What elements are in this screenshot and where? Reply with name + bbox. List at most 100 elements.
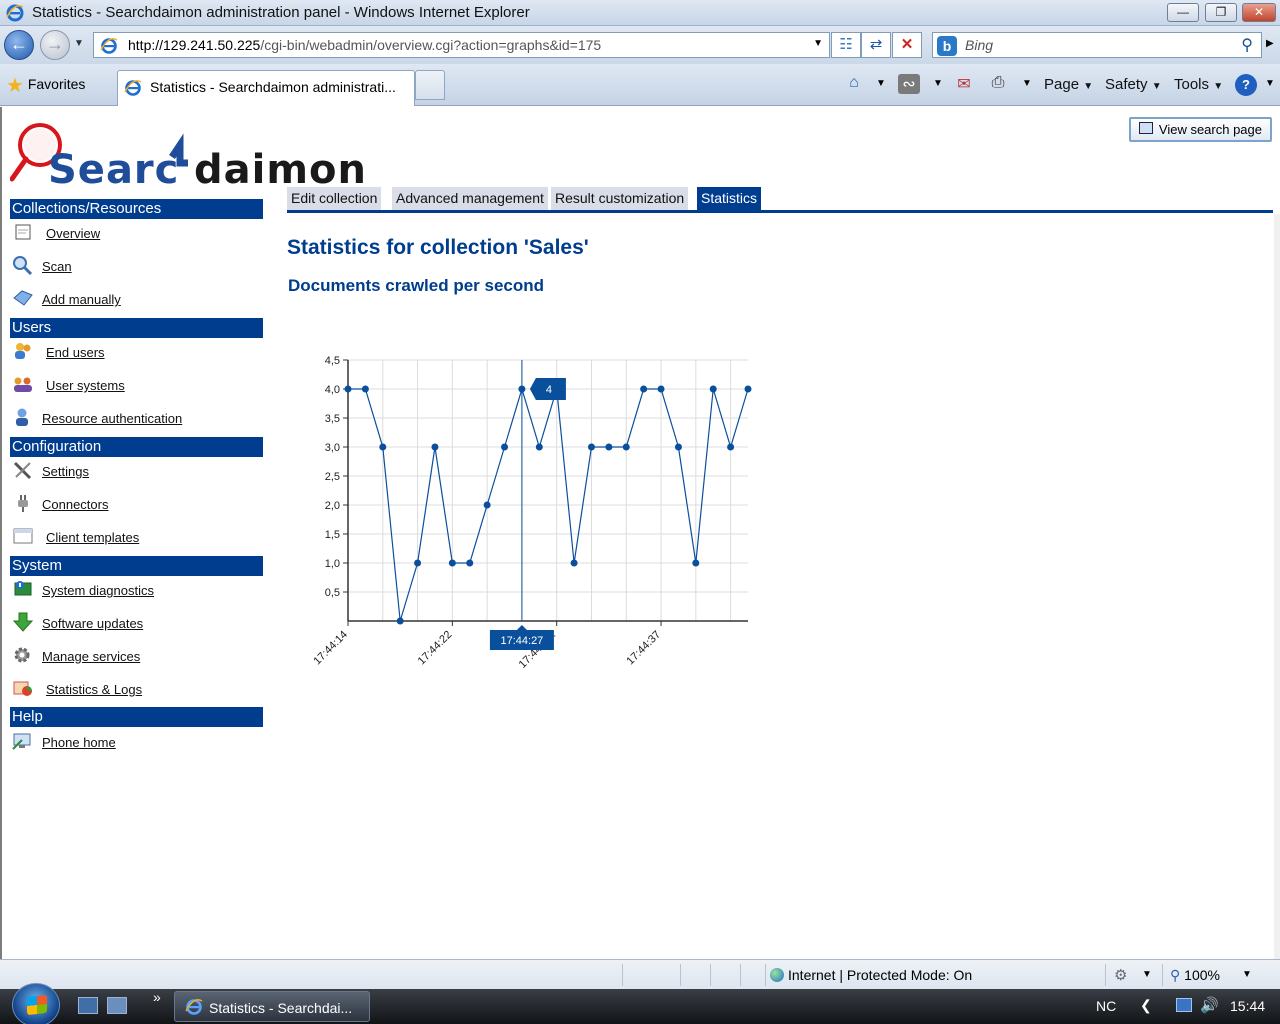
network-icon[interactable] [1176,998,1192,1012]
taskbar-item-ie[interactable]: Statistics - Searchdai... [174,991,370,1022]
plug-icon [18,495,28,512]
tab-advanced-management[interactable]: Advanced management [392,187,548,210]
window-titlebar: Statistics - Searchdaimon administration… [0,0,1280,26]
volume-icon[interactable]: 🔊 [1200,996,1219,1014]
chart-y-tick-label: 1,0 [325,558,340,570]
compatibility-view-icon[interactable]: ☷ [831,32,861,58]
clock[interactable]: 15:44 [1230,998,1265,1014]
status-divider [765,964,766,986]
page-menu[interactable]: Page ▼ [1044,76,1093,93]
chart-data-point [605,443,613,451]
page-menu-label: Page [1044,76,1080,93]
read-mail-icon[interactable]: ✉ [953,74,975,94]
page-scroll-strip [1274,214,1280,1024]
chevron-down-icon[interactable]: ▼ [1142,969,1152,980]
address-toolbar: ← → ▼ http://129.241.50.225/cgi-bin/weba… [0,26,1280,64]
search-icon[interactable]: ⚲ [1241,35,1253,55]
sidebar-heading-collections: Collections/Resources [10,199,263,219]
print-icon[interactable]: ⎙ [987,74,1009,94]
minimize-button[interactable]: — [1167,3,1199,22]
sidebar-link-software-updates[interactable]: Software updates [42,616,143,631]
sidebar-heading-help: Help [10,707,263,727]
recent-pages-dropdown-icon[interactable]: ▼ [74,38,84,49]
chart-data-point [570,559,578,567]
chart-x-tooltip-pointer [516,625,527,630]
documents-crawled-chart[interactable]: 0,5 1,0 1,5 2,0 2,5 3,0 3,5 4,0 4,5 17:44:14 17:44… [302,347,762,677]
address-url[interactable]: http://129.241.50.225/cgi-bin/webadmin/o… [128,37,601,53]
feeds-icon[interactable]: ∾ [898,74,920,94]
status-divider [622,964,623,986]
chart-data-point [640,385,648,393]
search-box[interactable]: b Bing ⚲ [932,32,1262,58]
quicklaunch-chevron-icon[interactable]: » [153,989,161,1005]
chart-data-point [692,559,700,567]
search-options-icon[interactable]: ▶ [1266,38,1274,49]
print-dropdown-icon[interactable]: ▼ [1016,78,1038,98]
sidebar-link-overview[interactable]: Overview [46,226,100,241]
sidebar-link-connectors[interactable]: Connectors [42,497,108,512]
close-button[interactable]: ✕ [1242,3,1276,22]
show-desktop-icon[interactable] [78,997,98,1014]
zoom-dropdown-icon[interactable]: ▼ [1242,969,1252,980]
help-dropdown-icon[interactable]: ▼ [1259,78,1280,98]
language-indicator[interactable]: NC [1096,998,1116,1014]
browser-tab-statistics[interactable]: Statistics - Searchdaimon administrati..… [117,70,415,106]
stop-icon[interactable]: ✕ [892,32,922,58]
sidebar-link-end-users[interactable]: End users [46,345,105,360]
home-dropdown-icon[interactable]: ▼ [870,78,892,98]
favorites-button[interactable]: ★ Favorites [6,73,85,97]
tab-edit-collection[interactable]: Edit collection [287,187,382,210]
user-group-icon [14,377,32,392]
chart-x-tick-label: 17:44:37 [624,629,663,668]
url-path: /cgi-bin/webadmin/overview.cgi?action=gr… [260,37,602,53]
tab-label: Statistics - Searchdaimon administrati..… [150,79,396,95]
start-button[interactable] [12,983,60,1024]
safety-menu[interactable]: Safety ▼ [1105,76,1162,93]
sidebar-link-phone-home[interactable]: Phone home [42,735,116,750]
status-divider [1105,964,1106,986]
chart-data-point [396,617,404,625]
chart-data-point [744,385,752,393]
forward-button[interactable]: → [40,30,70,60]
address-bar[interactable]: http://129.241.50.225/cgi-bin/webadmin/o… [93,32,830,58]
view-search-label: View search page [1158,122,1262,137]
zoom-level[interactable]: ⚲ 100% [1170,967,1220,984]
switch-windows-icon[interactable] [107,997,127,1014]
sidebar-link-manage-services[interactable]: Manage services [42,649,140,664]
restore-button[interactable]: ❐ [1205,3,1237,22]
tab-underline [287,210,1273,213]
sidebar-heading-configuration: Configuration [10,437,263,457]
tab-statistics[interactable]: Statistics [697,187,762,210]
sidebar-link-client-templates[interactable]: Client templates [46,530,139,545]
new-tab-button[interactable] [415,70,445,100]
help-icon[interactable]: ? [1235,74,1257,96]
tab-result-customization[interactable]: Result customization [551,187,689,210]
computer-network-icon [12,733,31,750]
sidebar-link-user-systems[interactable]: User systems [46,378,125,393]
chart-data-point [344,385,352,393]
popup-blocker-icon[interactable]: ⚙ [1114,966,1127,984]
tools-menu[interactable]: Tools ▼ [1174,76,1223,93]
refresh-icon[interactable]: ⇄ [861,32,891,58]
sidebar-link-add-manually[interactable]: Add manually [42,292,121,307]
sidebar-link-scan[interactable]: Scan [42,259,72,274]
chart-data-point [622,443,630,451]
sidebar-link-settings[interactable]: Settings [42,464,89,479]
system-tray: NC ❮ 🔊 15:44 [1090,989,1280,1024]
view-search-page-button[interactable]: View search page [1129,117,1272,142]
tray-expand-icon[interactable]: ❮ [1140,997,1152,1014]
chart-y-tick-label: 1,5 [325,529,340,541]
download-arrow-icon [12,612,34,632]
back-button[interactable]: ← [4,30,34,60]
address-dropdown-icon[interactable]: ▼ [813,38,823,49]
sidebar-link-statistics-logs[interactable]: Statistics & Logs [46,682,142,697]
sidebar-link-resource-authentication[interactable]: Resource authentication [42,411,182,426]
security-zone[interactable]: Internet | Protected Mode: On [770,967,972,983]
url-host: http://129.241.50.225 [128,37,261,53]
search-placeholder[interactable]: Bing [965,37,993,53]
sidebar-link-system-diagnostics[interactable]: System diagnostics [42,583,154,598]
home-icon[interactable]: ⌂ [843,74,865,94]
internet-explorer-icon [6,4,24,22]
chart-y-tick-label: 3,5 [325,413,340,425]
feeds-dropdown-icon[interactable]: ▼ [927,78,949,98]
